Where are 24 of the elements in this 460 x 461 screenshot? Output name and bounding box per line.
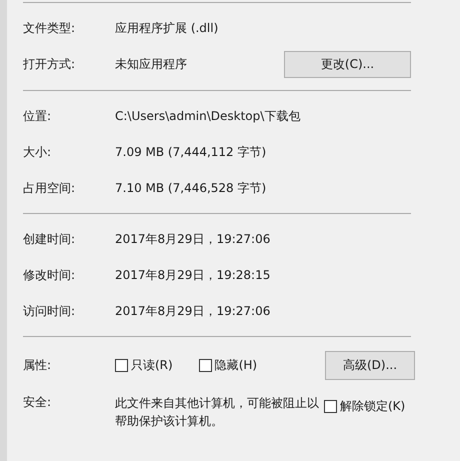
security-message: 此文件来自其他计算机，可能被阻止以帮助保护该计算机。	[115, 395, 320, 430]
field-value: 7.09 MB (7,444,112 字节)	[115, 144, 268, 160]
field-label: 位置:	[23, 108, 52, 124]
field-label: 属性:	[23, 357, 52, 374]
field-value: 未知应用程序	[115, 56, 188, 73]
field-label: 安全:	[23, 394, 52, 411]
field-value: 应用程序扩展 (.dll)	[115, 20, 220, 36]
unblock-checkbox[interactable]: 解除锁定(K)	[324, 398, 406, 415]
field-label: 访问时间:	[23, 302, 76, 320]
field-value: 7.10 MB (7,446,528 字节)	[115, 180, 268, 196]
field-value: 2017年8月29日，19:27:06	[115, 230, 272, 248]
advanced-button[interactable]: 高级(D)...	[325, 351, 415, 380]
checkbox[interactable]: 只读(R)	[115, 357, 173, 374]
field-label: 大小:	[23, 144, 52, 160]
field-value: C:\Users\admin\Desktop\下载包	[115, 108, 302, 124]
field-label: 修改时间:	[23, 266, 76, 284]
field-label: 文件类型:	[23, 20, 76, 36]
field-label: 占用空间:	[23, 180, 76, 196]
field-label: 打开方式:	[23, 56, 76, 73]
field-value: 2017年8月29日，19:27:06	[115, 302, 272, 320]
checkbox[interactable]: 隐藏(H)	[198, 357, 258, 374]
field-label: 创建时间:	[23, 230, 76, 248]
change-button[interactable]: 更改(C)...	[284, 51, 411, 78]
field-value: 2017年8月29日，19:28:15	[115, 266, 272, 284]
